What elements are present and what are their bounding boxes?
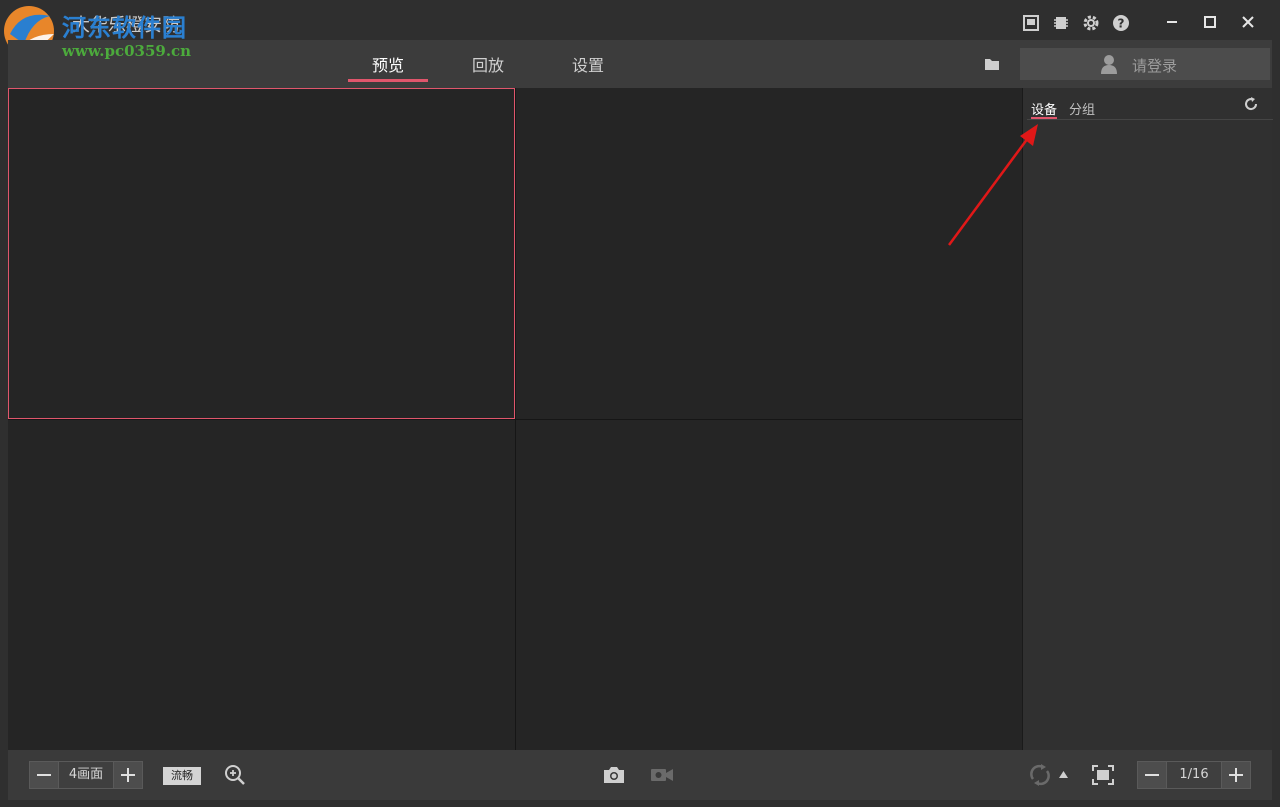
fullscreen-icon[interactable]	[1092, 765, 1114, 785]
increase-split-button[interactable]	[113, 761, 143, 789]
title-bar: 大华乐橙安防 河东软件园 ?	[0, 0, 1280, 56]
user-icon	[1101, 55, 1117, 74]
decrease-split-button[interactable]	[29, 761, 59, 789]
video-cell-1[interactable]	[8, 88, 515, 419]
camera-icon[interactable]	[603, 766, 625, 784]
split-count-value: 4画面	[59, 761, 113, 789]
zoom-in-icon[interactable]	[224, 764, 246, 786]
tab-preview[interactable]: 预览	[348, 52, 428, 76]
maximize-icon[interactable]	[1196, 10, 1224, 34]
auto-rotate-icon[interactable]	[1028, 764, 1052, 786]
sidebar-divider	[1027, 119, 1273, 120]
main-nav: 预览 回放 设置 请登录	[8, 40, 1272, 88]
help-icon[interactable]: ?	[1112, 14, 1130, 32]
minus-icon	[1145, 774, 1159, 776]
record-video-icon[interactable]	[650, 767, 674, 783]
close-icon[interactable]	[1234, 10, 1262, 34]
tab-playback[interactable]: 回放	[448, 52, 528, 76]
video-cell-2[interactable]	[516, 88, 1022, 419]
active-tab-indicator	[348, 79, 428, 82]
tab-groups[interactable]: 分组	[1069, 99, 1095, 118]
folder-icon[interactable]	[984, 57, 1000, 71]
minus-icon	[37, 774, 51, 776]
page-next-button[interactable]	[1221, 761, 1251, 789]
page-indicator: 1/16	[1167, 761, 1221, 789]
page-prev-button[interactable]	[1137, 761, 1167, 789]
minimize-icon[interactable]	[1158, 10, 1186, 34]
tab-devices[interactable]: 设备	[1031, 99, 1057, 118]
gear-icon[interactable]	[1082, 14, 1100, 32]
plus-icon	[121, 768, 135, 782]
caret-up-icon[interactable]	[1059, 771, 1068, 778]
svg-text:?: ?	[1118, 17, 1125, 31]
tab-settings[interactable]: 设置	[548, 52, 628, 76]
chip-icon[interactable]	[1052, 14, 1070, 32]
bottom-toolbar: 4画面 流畅 1/16	[8, 750, 1272, 800]
layout-icon[interactable]	[1022, 14, 1040, 32]
watermark-url: www.pc0359.cn	[62, 42, 192, 60]
refresh-icon[interactable]	[1243, 96, 1259, 112]
video-cell-4[interactable]	[516, 420, 1022, 750]
stream-quality-button[interactable]: 流畅	[163, 767, 201, 785]
plus-icon	[1229, 768, 1243, 782]
video-cell-3[interactable]	[8, 420, 515, 750]
login-label: 请登录	[1132, 57, 1178, 75]
grid-divider-horizontal	[8, 419, 1022, 420]
login-button[interactable]: 请登录	[1020, 48, 1270, 80]
watermark-brand: 河东软件园	[62, 13, 187, 42]
device-sidebar: 设备 分组	[1022, 88, 1273, 750]
